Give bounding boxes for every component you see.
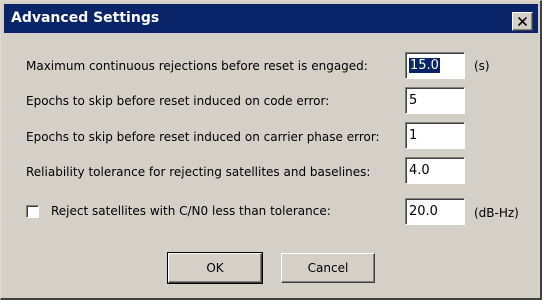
- ok-button[interactable]: OK: [167, 252, 263, 284]
- carrier-phase-epochs-value: 1: [409, 128, 418, 143]
- cn0-tolerance-input[interactable]: 20.0: [405, 198, 465, 225]
- max-rejections-unit: (s): [474, 59, 490, 73]
- reliability-tolerance-value: 4.0: [409, 163, 430, 178]
- reliability-tolerance-input[interactable]: 4.0: [405, 157, 465, 184]
- advanced-settings-dialog: Advanced Settings Maximum continuous rej…: [0, 0, 542, 300]
- close-button[interactable]: [512, 12, 533, 31]
- reject-cn0-label[interactable]: Reject satellites with C/N0 less than to…: [51, 204, 331, 219]
- close-icon: [518, 17, 527, 26]
- reject-cn0-checkbox[interactable]: [26, 205, 39, 218]
- cancel-button[interactable]: Cancel: [281, 253, 375, 283]
- cn0-tolerance-value: 20.0: [409, 204, 438, 219]
- reliability-tolerance-label: Reliability tolerance for rejecting sate…: [26, 165, 371, 179]
- max-rejections-input[interactable]: 15.0: [405, 52, 465, 79]
- max-rejections-value: 15.0: [409, 58, 440, 73]
- carrier-phase-epochs-input[interactable]: 1: [405, 122, 465, 149]
- window-title: Advanced Settings: [11, 10, 160, 26]
- max-rejections-label: Maximum continuous rejections before res…: [26, 59, 368, 73]
- code-error-epochs-input[interactable]: 5: [405, 87, 465, 114]
- carrier-phase-epochs-label: Epochs to skip before reset induced on c…: [26, 130, 380, 144]
- cn0-tolerance-unit: (dB-Hz): [474, 206, 519, 220]
- title-bar[interactable]: Advanced Settings: [4, 4, 538, 33]
- code-error-epochs-label: Epochs to skip before reset induced on c…: [26, 94, 330, 108]
- code-error-epochs-value: 5: [409, 93, 418, 108]
